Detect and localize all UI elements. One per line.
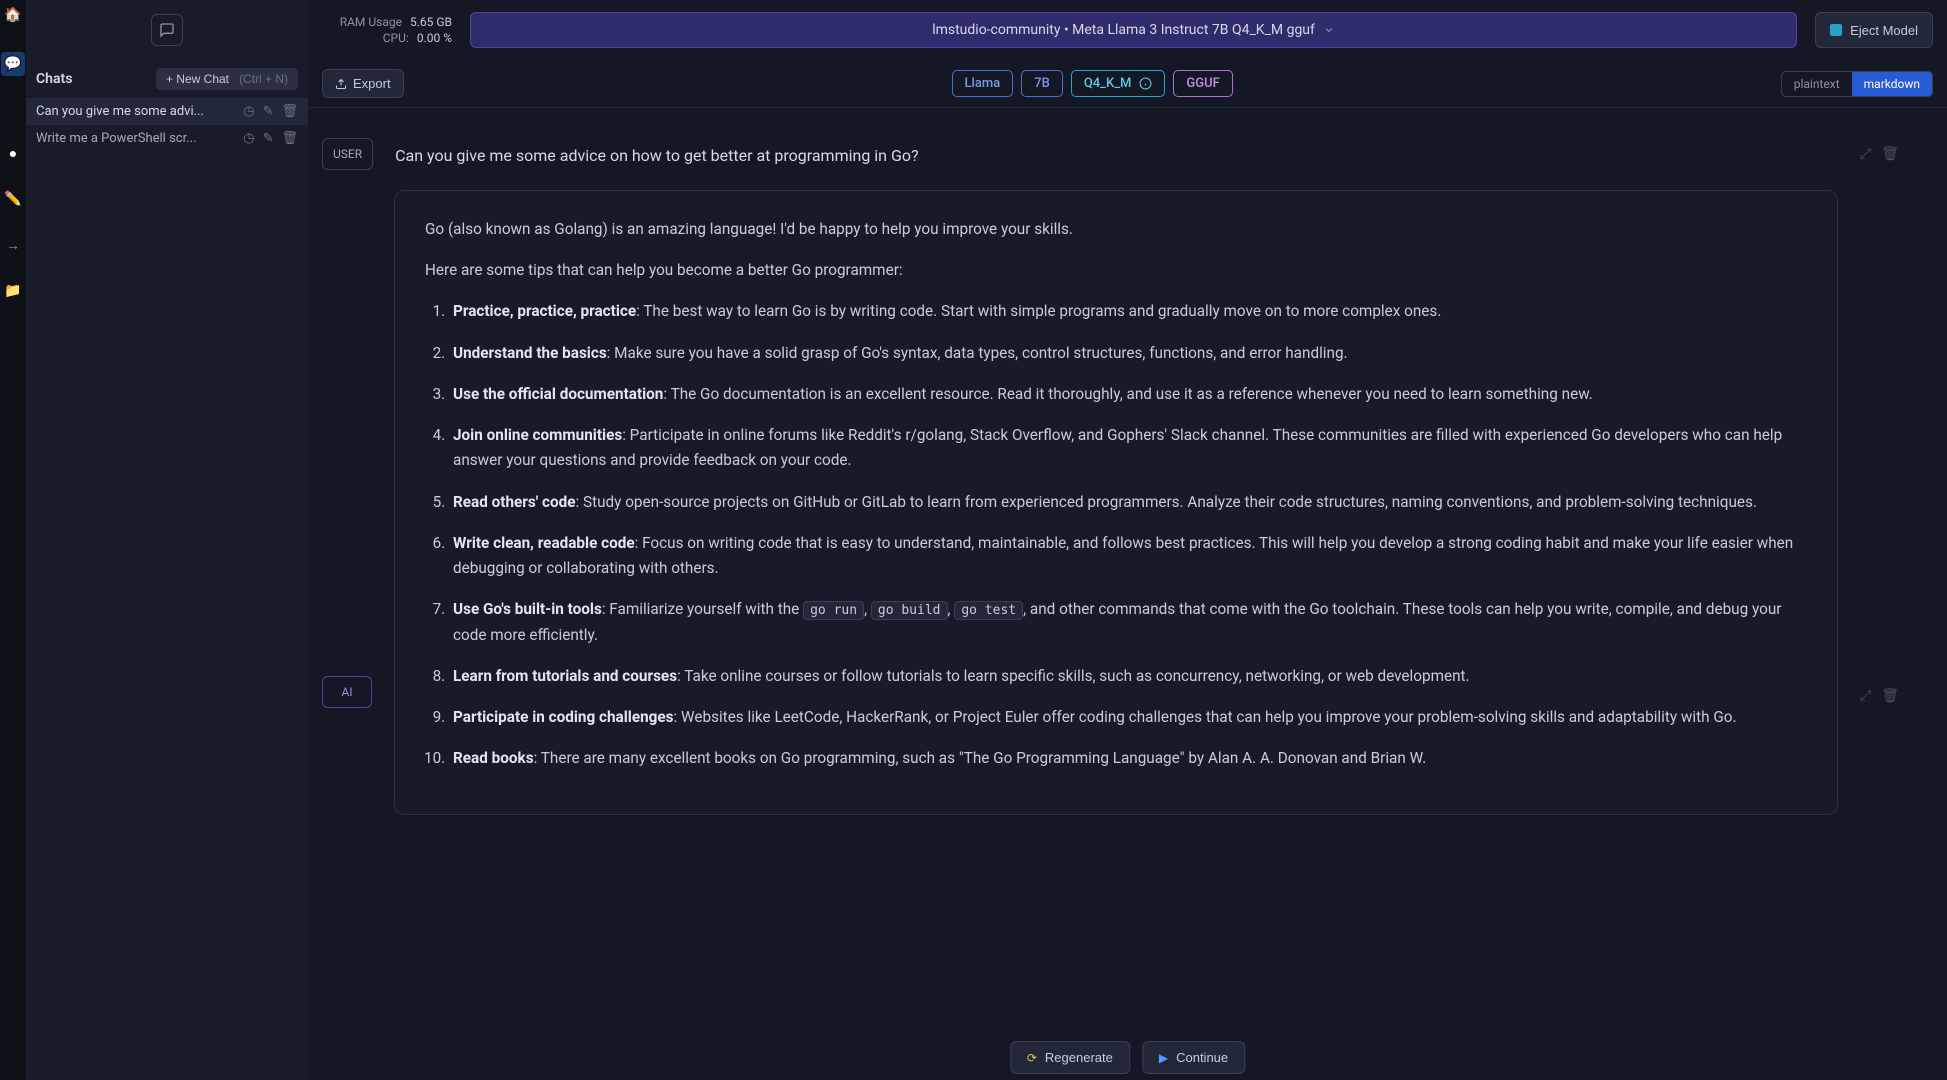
tip-item: Use Go's built-in tools: Familiarize you… [449, 597, 1807, 647]
tips-list: Practice, practice, practice: The best w… [425, 299, 1807, 771]
new-chat-label: + New Chat [166, 72, 229, 86]
cpu-label: CPU: [383, 31, 409, 45]
view-plaintext-button[interactable]: plaintext [1782, 72, 1852, 96]
view-markdown-button[interactable]: markdown [1852, 72, 1932, 96]
ai-message-body: Go (also known as Golang) is an amazing … [394, 190, 1838, 815]
clock-icon[interactable]: ◷ [243, 104, 254, 119]
model-selector[interactable]: lmstudio-community • Meta Llama 3 Instru… [470, 12, 1797, 48]
view-toggle: plaintext markdown [1781, 71, 1933, 97]
pencil-icon[interactable]: ✎ [263, 131, 274, 146]
footer-buttons: ⟳ Regenerate ▶ Continue [970, 1021, 1285, 1074]
chevron-down-icon [1323, 24, 1335, 36]
tip-item: Learn from tutorials and courses: Take o… [449, 664, 1807, 689]
cpu-value: 0.00 % [417, 31, 452, 45]
user-message-text: Can you give me some advice on how to ge… [395, 138, 918, 165]
ai-message: AI Go (also known as Golang) is an amazi… [322, 190, 1899, 815]
tip-item: Read books: There are many excellent boo… [449, 746, 1807, 771]
rail-bulb-icon[interactable]: ● [4, 144, 22, 162]
eject-model-button[interactable]: Eject Model [1815, 12, 1933, 48]
inline-code: go test [954, 601, 1023, 620]
eject-icon [1830, 24, 1842, 36]
rail-home-icon[interactable]: 🏠 [4, 6, 22, 24]
tip-item: Use the official documentation: The Go d… [449, 382, 1807, 407]
refresh-icon: ⟳ [1027, 1051, 1037, 1065]
pencil-icon[interactable]: ✎ [263, 104, 274, 119]
message-square-icon [159, 22, 175, 38]
chats-title: Chats [36, 71, 72, 87]
role-badge-ai: AI [322, 676, 372, 708]
ram-value: 5.65 GB [410, 15, 452, 29]
tip-item: Participate in coding challenges: Websit… [449, 705, 1807, 730]
new-chat-kbd: (Ctrl + N) [239, 72, 288, 86]
inline-code: go build [871, 601, 948, 620]
export-button[interactable]: Export [322, 69, 404, 98]
expand-icon[interactable]: ⤢ [1860, 146, 1871, 162]
rail-chat-icon[interactable]: 💬 [1, 52, 25, 76]
trash-icon[interactable]: 🗑 [281, 104, 298, 119]
info-icon [1139, 77, 1152, 90]
export-label: Export [353, 76, 391, 91]
rail-folder-icon[interactable]: 📁 [4, 282, 22, 300]
clock-icon[interactable]: ◷ [243, 131, 254, 146]
chat-list-item[interactable]: Can you give me some advi... ◷ ✎ 🗑 [26, 98, 308, 125]
rail-arrow-icon[interactable]: → [4, 236, 22, 254]
ram-label: RAM Usage [340, 15, 402, 29]
trash-icon[interactable]: 🗑 [281, 131, 298, 146]
model-label: lmstudio-community • Meta Llama 3 Instru… [932, 22, 1315, 38]
tip-item: Understand the basics: Make sure you hav… [449, 341, 1807, 366]
left-rail: 🏠 💬 ● ✏️ → 📁 [0, 0, 26, 1080]
main-panel: RAM Usage 5.65 GB CPU: 0.00 % lmstudio-c… [308, 0, 1947, 1080]
continue-button[interactable]: ▶ Continue [1142, 1041, 1245, 1074]
eject-label: Eject Model [1850, 23, 1918, 38]
chat-item-label: Can you give me some advi... [36, 104, 204, 119]
new-chat-button[interactable]: + New Chat (Ctrl + N) [156, 68, 298, 90]
upload-icon [335, 78, 347, 90]
chat-list-item[interactable]: Write me a PowerShell scr... ◷ ✎ 🗑 [26, 125, 308, 152]
role-badge-user: USER [322, 138, 373, 170]
top-bar: RAM Usage 5.65 GB CPU: 0.00 % lmstudio-c… [308, 0, 1947, 60]
chat-item-label: Write me a PowerShell scr... [36, 131, 197, 146]
regenerate-button[interactable]: ⟳ Regenerate [1010, 1041, 1130, 1074]
ai-intro-2: Here are some tips that can help you bec… [425, 258, 1807, 283]
tag-gguf: GGUF [1173, 70, 1232, 97]
system-stats: RAM Usage 5.65 GB CPU: 0.00 % [322, 15, 452, 45]
tip-item: Write clean, readable code: Focus on wri… [449, 531, 1807, 581]
trash-icon[interactable]: 🗑 [1881, 688, 1899, 704]
inline-code: go run [803, 601, 864, 620]
tag-llama: Llama [952, 70, 1014, 97]
continue-label: Continue [1176, 1050, 1228, 1065]
conversation: USER Can you give me some advice on how … [308, 108, 1947, 1080]
user-message: USER Can you give me some advice on how … [322, 138, 1899, 170]
quant-label: Q4_K_M [1084, 76, 1132, 91]
ai-intro-1: Go (also known as Golang) is an amazing … [425, 217, 1807, 242]
tip-item: Read others' code: Study open-source pro… [449, 490, 1807, 515]
regenerate-label: Regenerate [1045, 1050, 1113, 1065]
tip-item: Practice, practice, practice: The best w… [449, 299, 1807, 324]
expand-icon[interactable]: ⤢ [1860, 688, 1871, 704]
chat-panel-icon-button[interactable] [151, 14, 183, 46]
chats-sidebar: Chats + New Chat (Ctrl + N) Can you give… [26, 0, 308, 1080]
trash-icon[interactable]: 🗑 [1881, 146, 1899, 162]
tag-quant[interactable]: Q4_K_M [1071, 70, 1166, 97]
tip-item: Join online communities: Participate in … [449, 423, 1807, 473]
tags-row: Export Llama 7B Q4_K_M GGUF plaintext ma… [308, 60, 1947, 108]
play-icon: ▶ [1159, 1051, 1168, 1065]
rail-edit-icon[interactable]: ✏️ [4, 190, 22, 208]
tag-7b: 7B [1021, 70, 1063, 97]
